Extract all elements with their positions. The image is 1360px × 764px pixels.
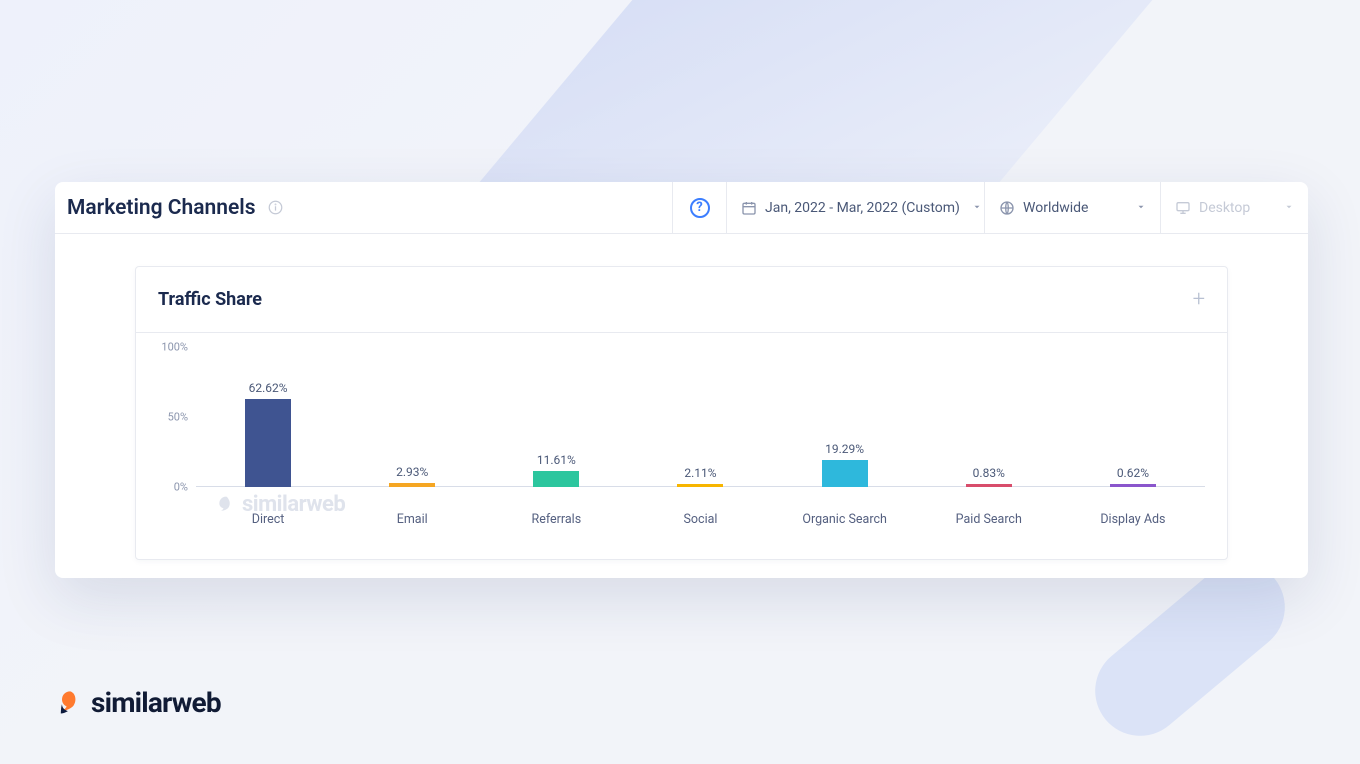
card-title: Traffic Share xyxy=(158,289,262,310)
bar-value-label: 19.29% xyxy=(825,442,864,456)
card-header: Traffic Share + xyxy=(136,267,1227,333)
x-axis-label: Display Ads xyxy=(1061,512,1205,527)
y-tick: 100% xyxy=(136,341,188,354)
bar-value-label: 0.62% xyxy=(1117,466,1149,480)
bar-col: 2.11% xyxy=(628,347,772,487)
traffic-share-card: Traffic Share + 100% 50% 0% similarweb 6… xyxy=(135,266,1228,560)
panel-title-group: Marketing Channels xyxy=(55,196,672,220)
bar-value-label: 62.62% xyxy=(249,381,288,395)
bar[interactable] xyxy=(822,460,868,487)
brand: similarweb xyxy=(55,686,221,719)
chevron-down-icon xyxy=(972,200,982,216)
globe-icon xyxy=(999,200,1015,216)
panel-header: Marketing Channels ? Jan, 2022 - Mar, 20… xyxy=(55,182,1308,234)
bar-col: 0.83% xyxy=(917,347,1061,487)
bar[interactable] xyxy=(1110,484,1156,487)
bar-value-label: 11.61% xyxy=(537,453,576,467)
chart-area: 100% 50% 0% similarweb 62.62%2.93%11.61%… xyxy=(136,333,1227,543)
marketing-channels-panel: Marketing Channels ? Jan, 2022 - Mar, 20… xyxy=(55,182,1308,578)
info-icon[interactable] xyxy=(268,200,283,215)
page-title: Marketing Channels xyxy=(67,196,256,220)
similarweb-logo-icon xyxy=(55,689,83,717)
chevron-down-icon xyxy=(1136,200,1146,216)
daterange-label: Jan, 2022 - Mar, 2022 (Custom) xyxy=(765,200,960,216)
monitor-icon xyxy=(1175,200,1191,216)
bars-container: 62.62% 2.93% 11.61% 2.11% 19.29% 0.83% 0.62% xyxy=(196,347,1205,487)
x-axis-label: Direct xyxy=(196,512,340,527)
calendar-icon xyxy=(741,200,757,216)
bar[interactable] xyxy=(245,399,291,487)
x-axis-label: Referrals xyxy=(484,512,628,527)
daterange-dropdown[interactable]: Jan, 2022 - Mar, 2022 (Custom) xyxy=(726,182,984,234)
x-axis-label: Email xyxy=(340,512,484,527)
bar[interactable] xyxy=(533,471,579,487)
x-axis-label: Paid Search xyxy=(917,512,1061,527)
bar-col: 2.93% xyxy=(340,347,484,487)
chevron-down-icon xyxy=(1284,200,1294,216)
bar-col: 62.62% xyxy=(196,347,340,487)
brand-text: similarweb xyxy=(91,686,221,719)
geo-label: Worldwide xyxy=(1023,200,1088,216)
device-label: Desktop xyxy=(1199,200,1250,216)
bar-col: 19.29% xyxy=(773,347,917,487)
bar-value-label: 0.83% xyxy=(973,466,1005,480)
x-axis-label: Organic Search xyxy=(773,512,917,527)
y-tick: 0% xyxy=(136,481,188,494)
bar[interactable] xyxy=(389,483,435,487)
bar[interactable] xyxy=(966,484,1012,487)
bar-col: 0.62% xyxy=(1061,347,1205,487)
x-axis-label: Social xyxy=(628,512,772,527)
bar-value-label: 2.11% xyxy=(684,466,716,480)
help-icon-glyph: ? xyxy=(690,198,710,218)
device-dropdown: Desktop xyxy=(1160,182,1308,234)
y-tick: 50% xyxy=(136,411,188,424)
geo-dropdown[interactable]: Worldwide xyxy=(984,182,1160,234)
y-axis: 100% 50% 0% xyxy=(136,347,196,487)
help-icon[interactable]: ? xyxy=(672,182,726,234)
bar-value-label: 2.93% xyxy=(396,465,428,479)
bar[interactable] xyxy=(677,484,723,487)
bar-col: 11.61% xyxy=(484,347,628,487)
plus-icon[interactable]: + xyxy=(1193,287,1205,312)
x-axis-labels: DirectEmailReferralsSocialOrganic Search… xyxy=(196,512,1205,527)
